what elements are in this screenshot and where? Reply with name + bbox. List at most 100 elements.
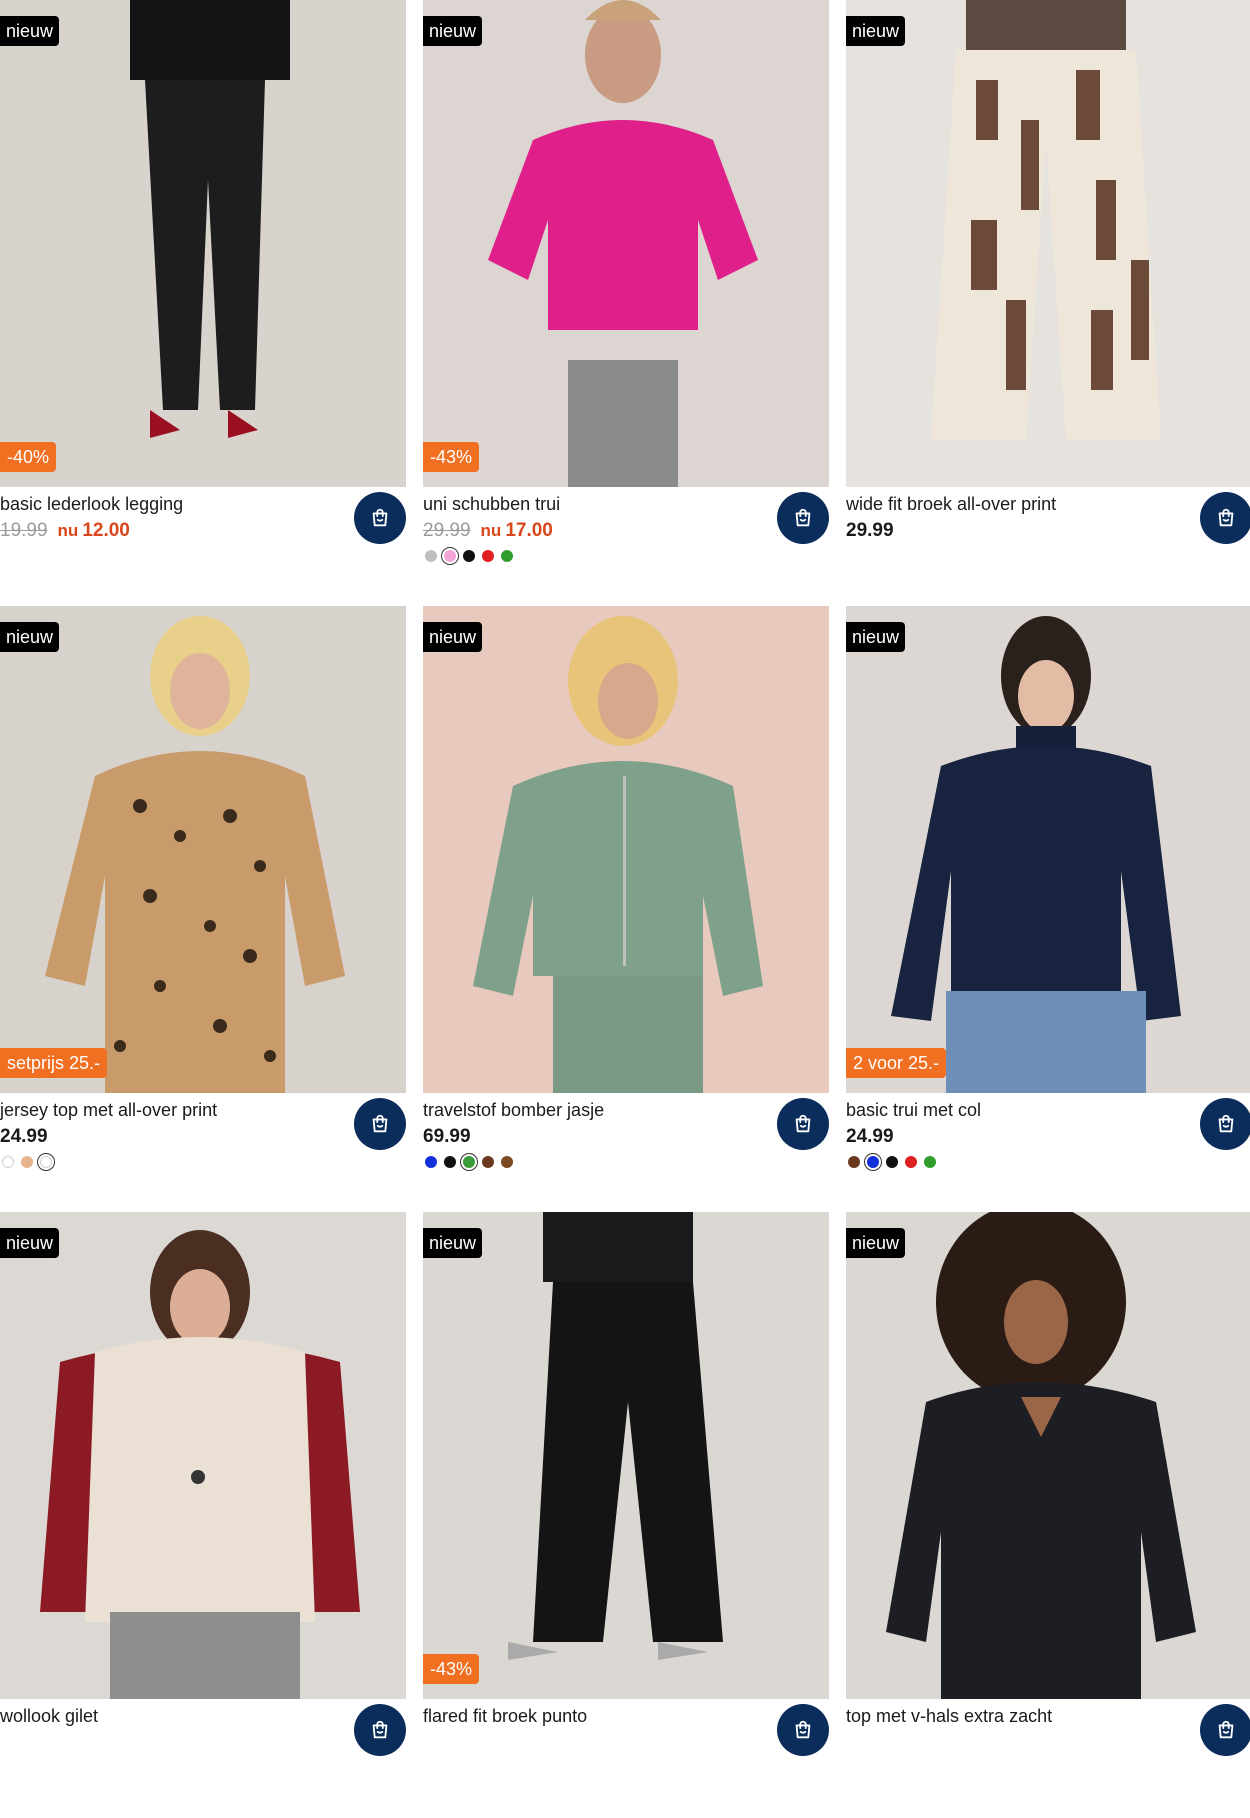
product-image[interactable]: nieuw -43% xyxy=(423,1212,829,1699)
product-image[interactable]: nieuw -40% xyxy=(0,0,406,487)
product-photo xyxy=(423,1212,829,1699)
add-to-cart-button[interactable] xyxy=(1200,1098,1250,1150)
shopping-bag-icon xyxy=(1215,1719,1237,1741)
add-to-cart-button[interactable] xyxy=(1200,1704,1250,1756)
price-block: 69.99 xyxy=(423,1124,471,1150)
add-to-cart-button[interactable] xyxy=(354,1704,406,1756)
color-swatch[interactable] xyxy=(37,1153,55,1171)
product-info: wollook gilet xyxy=(0,1699,406,1818)
price: 24.99 xyxy=(846,1126,894,1147)
color-swatch[interactable] xyxy=(886,1156,898,1168)
product-title[interactable]: wollook gilet xyxy=(0,1703,98,1729)
add-to-cart-button[interactable] xyxy=(1200,492,1250,544)
product-image[interactable]: nieuw -43% xyxy=(423,0,829,487)
color-swatch[interactable] xyxy=(21,1156,33,1168)
color-swatches xyxy=(425,1153,513,1171)
product-title[interactable]: jersey top met all-over print xyxy=(0,1097,217,1123)
shopping-bag-icon xyxy=(792,1113,814,1135)
product-card[interactable]: nieuw setprijs 25.- jersey top met all-ove… xyxy=(0,606,406,1212)
product-title[interactable]: basic trui met col xyxy=(846,1097,981,1123)
product-card[interactable]: nieuw -43% flared fit broek punto xyxy=(423,1212,829,1818)
new-badge: nieuw xyxy=(423,1228,483,1258)
color-swatch[interactable] xyxy=(463,550,475,562)
product-card[interactable]: nieuw -43% uni schubben trui 29.99 nu 17.00 xyxy=(423,0,829,606)
color-swatch[interactable] xyxy=(501,1156,513,1168)
shopping-bag-icon xyxy=(792,1719,814,1741)
promo-badge: setprijs 25.- xyxy=(0,1048,108,1078)
add-to-cart-button[interactable] xyxy=(777,1704,829,1756)
product-photo xyxy=(423,606,829,1093)
product-photo xyxy=(0,606,406,1093)
shopping-bag-icon xyxy=(369,1113,391,1135)
price-block: 24.99 xyxy=(0,1124,48,1150)
shopping-bag-icon xyxy=(792,507,814,529)
now-label: nu xyxy=(57,521,79,540)
product-image[interactable]: nieuw xyxy=(423,606,829,1093)
product-card[interactable]: nieuw wide fit broek all-over print 29.99 xyxy=(846,0,1250,606)
product-title[interactable]: top met v-hals extra zacht xyxy=(846,1703,1052,1729)
product-title[interactable]: uni schubben trui xyxy=(423,491,560,517)
add-to-cart-button[interactable] xyxy=(777,492,829,544)
product-title[interactable]: wide fit broek all-over print xyxy=(846,491,1056,517)
product-image[interactable]: nieuw xyxy=(846,0,1250,487)
color-swatch[interactable] xyxy=(482,550,494,562)
shopping-bag-icon xyxy=(1215,1113,1237,1135)
price: 29.99 xyxy=(846,520,894,541)
product-photo xyxy=(423,0,829,487)
product-title[interactable]: basic lederlook legging xyxy=(0,491,183,517)
add-to-cart-button[interactable] xyxy=(354,492,406,544)
color-swatch[interactable] xyxy=(460,1153,478,1171)
product-card[interactable]: nieuw travelstof bomber jasje 69.99 xyxy=(423,606,829,1212)
new-badge: nieuw xyxy=(423,622,483,652)
product-info: basic trui met col 24.99 xyxy=(846,1093,1250,1212)
color-swatch[interactable] xyxy=(425,1156,437,1168)
product-card[interactable]: nieuw wollook gilet xyxy=(0,1212,406,1818)
color-swatch[interactable] xyxy=(2,1156,14,1168)
shopping-bag-icon xyxy=(369,1719,391,1741)
price-block: 19.99 nu 12.00 xyxy=(0,518,130,544)
color-swatch[interactable] xyxy=(501,550,513,562)
product-image[interactable]: nieuw setprijs 25.- xyxy=(0,606,406,1093)
color-swatch[interactable] xyxy=(924,1156,936,1168)
price-block: 24.99 xyxy=(846,1124,894,1150)
new-badge: nieuw xyxy=(846,1228,906,1258)
new-badge: nieuw xyxy=(0,1228,60,1258)
product-card[interactable]: nieuw -40% basic lederlook legging 19.99 nu 1… xyxy=(0,0,406,606)
color-swatch[interactable] xyxy=(482,1156,494,1168)
sale-price: 17.00 xyxy=(505,520,553,541)
product-photo xyxy=(846,0,1250,487)
new-badge: nieuw xyxy=(846,16,906,46)
promo-badge: -43% xyxy=(423,442,480,472)
color-swatch[interactable] xyxy=(905,1156,917,1168)
product-title[interactable]: flared fit broek punto xyxy=(423,1703,587,1729)
product-info: basic lederlook legging 19.99 nu 12.00 xyxy=(0,487,406,606)
color-swatches xyxy=(425,547,513,565)
product-card[interactable]: nieuw 2 voor 25.- basic trui met col 24.99 xyxy=(846,606,1250,1212)
color-swatch[interactable] xyxy=(848,1156,860,1168)
product-image[interactable]: nieuw xyxy=(846,1212,1250,1699)
shopping-bag-icon xyxy=(1215,507,1237,529)
product-photo xyxy=(0,1212,406,1699)
color-swatch[interactable] xyxy=(425,550,437,562)
add-to-cart-button[interactable] xyxy=(354,1098,406,1150)
product-card[interactable]: nieuw top met v-hals extra zacht xyxy=(846,1212,1250,1818)
product-info: jersey top met all-over print 24.99 xyxy=(0,1093,406,1212)
color-swatch[interactable] xyxy=(864,1153,882,1171)
product-info: top met v-hals extra zacht xyxy=(846,1699,1250,1818)
new-badge: nieuw xyxy=(0,16,60,46)
product-photo xyxy=(0,0,406,487)
add-to-cart-button[interactable] xyxy=(777,1098,829,1150)
product-info: uni schubben trui 29.99 nu 17.00 xyxy=(423,487,829,606)
product-info: flared fit broek punto xyxy=(423,1699,829,1818)
product-title[interactable]: travelstof bomber jasje xyxy=(423,1097,604,1123)
color-swatch[interactable] xyxy=(444,1156,456,1168)
new-badge: nieuw xyxy=(423,16,483,46)
product-image[interactable]: nieuw 2 voor 25.- xyxy=(846,606,1250,1093)
price: 24.99 xyxy=(0,1126,48,1147)
old-price: 19.99 xyxy=(0,520,48,541)
old-price: 29.99 xyxy=(423,520,471,541)
new-badge: nieuw xyxy=(846,622,906,652)
product-image[interactable]: nieuw xyxy=(0,1212,406,1699)
new-badge: nieuw xyxy=(0,622,60,652)
color-swatch[interactable] xyxy=(441,547,459,565)
